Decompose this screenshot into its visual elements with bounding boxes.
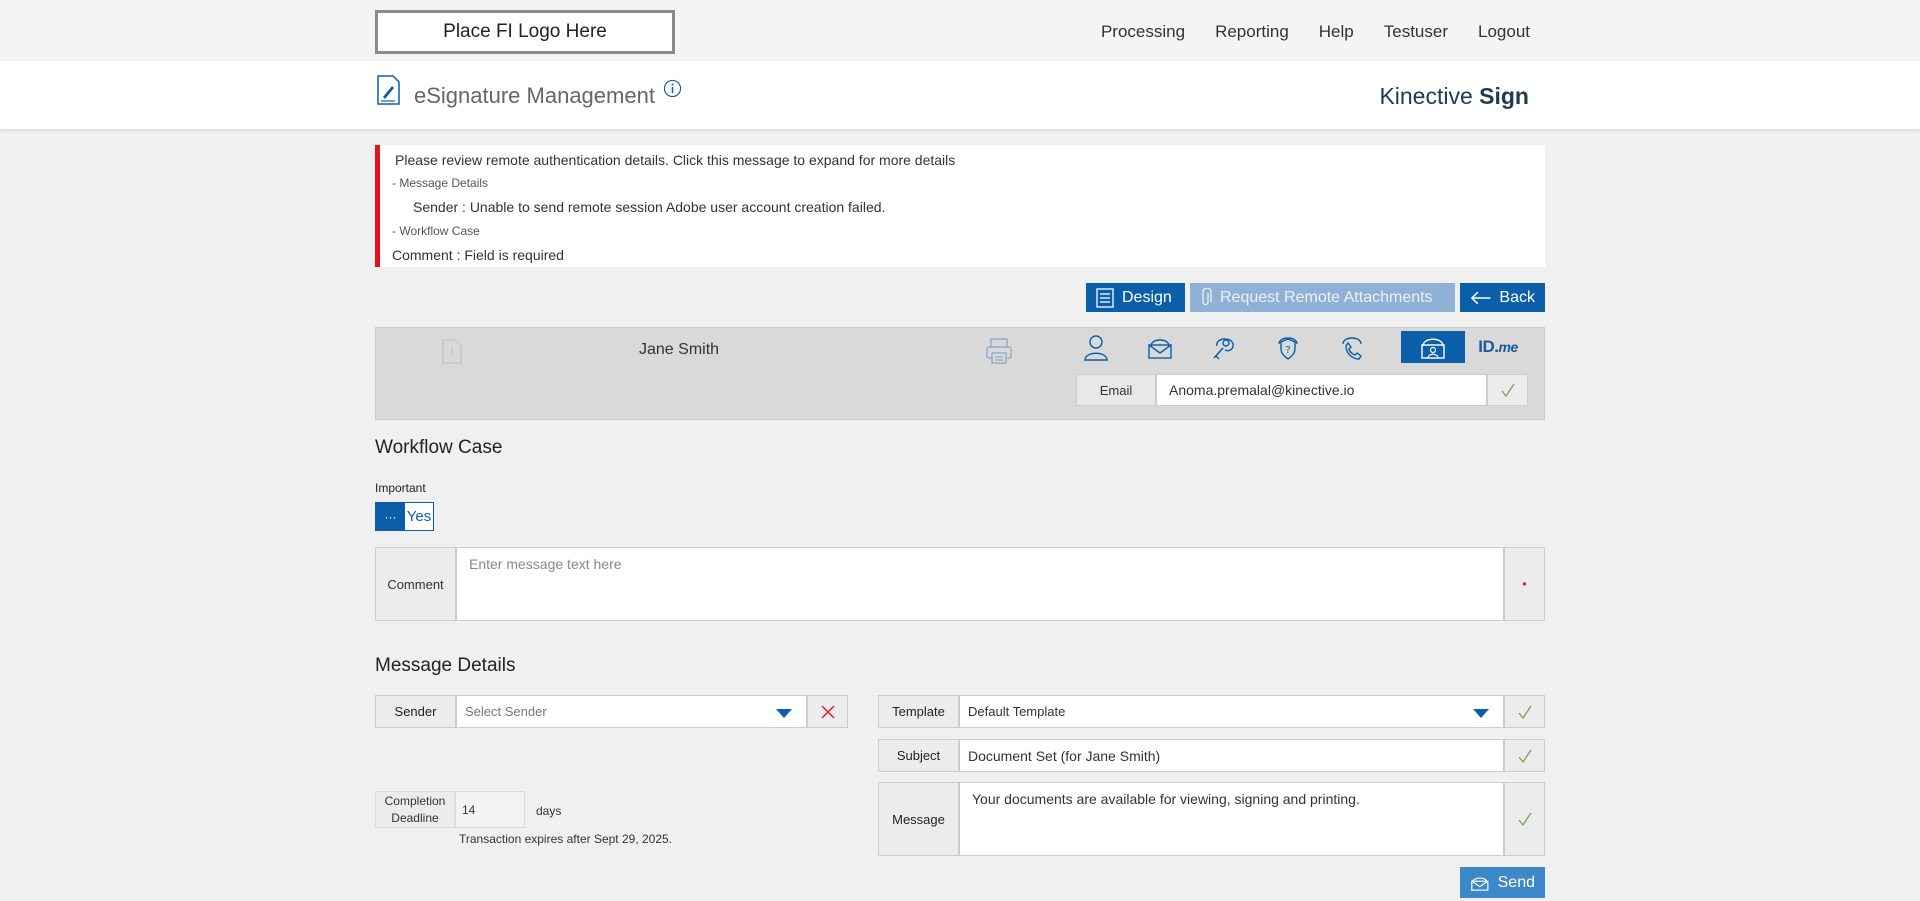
auth-remote-cloud-icon[interactable] <box>1401 331 1465 363</box>
toggle-value: Yes <box>406 508 432 525</box>
nav-help[interactable]: Help <box>1319 22 1354 42</box>
send-envelope-icon <box>1471 877 1489 891</box>
auth-phone-icon[interactable] <box>1320 331 1384 363</box>
design-list-icon <box>1096 287 1114 308</box>
completion-deadline-label-line1: Completion <box>384 793 446 808</box>
template-select[interactable]: Default Template <box>959 695 1504 728</box>
top-navigation-bar: Place FI Logo Here Processing Reporting … <box>0 0 1920 61</box>
message-body-field[interactable]: Your documents are available for viewing… <box>959 782 1504 856</box>
info-icon[interactable] <box>663 79 682 98</box>
validation-alert[interactable]: Please review remote authentication deta… <box>375 145 1545 267</box>
auth-security-question-icon[interactable]: ? <box>1256 331 1320 363</box>
auth-idme-icon[interactable]: ID.me <box>1466 331 1530 363</box>
arrow-left-icon <box>1470 291 1491 304</box>
alert-detail-sender: Sender : Unable to send remote session A… <box>413 199 886 215</box>
signer-name: Jane Smith <box>639 341 720 358</box>
fi-logo-placeholder: Place FI Logo Here <box>375 10 675 54</box>
chevron-down-icon <box>776 709 792 718</box>
signer-panel: Jane Smith ? ID.me Email Anoma.premalal@… <box>375 327 1545 420</box>
brand-bold-text: Sign <box>1479 83 1529 109</box>
email-valid-check-icon <box>1487 374 1528 406</box>
subject-field[interactable]: Document Set (for Jane Smith) <box>959 739 1504 772</box>
request-remote-attachments-label: Request Remote Attachments <box>1220 288 1433 306</box>
alert-section-workflow-case: - Workflow Case <box>392 224 480 238</box>
alert-detail-comment: Comment : Field is required <box>392 247 564 263</box>
workflow-case-heading: Workflow Case <box>375 437 503 458</box>
sender-select-value: Select Sender <box>465 704 547 719</box>
email-field[interactable]: Anoma.premalal@kinective.io <box>1156 374 1487 406</box>
important-toggle[interactable]: ··· Yes <box>375 502 434 531</box>
top-nav-menu: Processing Reporting Help Testuser Logou… <box>1101 22 1530 42</box>
completion-deadline-label-line2: Deadline <box>391 810 439 825</box>
title-bar: eSignature Management Kinective Sign <box>0 61 1920 129</box>
nav-logout[interactable]: Logout <box>1478 22 1530 42</box>
sender-invalid-icon <box>807 695 848 728</box>
nav-reporting[interactable]: Reporting <box>1215 22 1289 42</box>
back-button[interactable]: Back <box>1460 283 1545 312</box>
message-details-heading: Message Details <box>375 655 516 676</box>
template-select-value: Default Template <box>968 704 1066 719</box>
esignature-document-icon <box>377 75 400 105</box>
subject-label: Subject <box>878 739 959 772</box>
auth-person-icon[interactable] <box>1064 331 1128 363</box>
nav-processing[interactable]: Processing <box>1101 22 1185 42</box>
document-icon <box>442 339 462 364</box>
nav-user[interactable]: Testuser <box>1384 22 1448 42</box>
send-button-label: Send <box>1497 873 1535 891</box>
toggle-knob: ··· <box>376 503 405 530</box>
design-button-label: Design <box>1122 288 1172 306</box>
message-valid-check-icon <box>1504 782 1545 856</box>
alert-section-message-details: - Message Details <box>392 176 489 190</box>
subject-valid-check-icon <box>1504 739 1545 772</box>
sender-label: Sender <box>375 695 456 728</box>
comment-input[interactable]: Enter message text here <box>456 547 1504 621</box>
paperclip-icon <box>1202 287 1212 305</box>
request-remote-attachments-button[interactable]: Request Remote Attachments <box>1190 283 1455 312</box>
brand-light-text: Kinective <box>1379 83 1480 109</box>
back-button-label: Back <box>1499 288 1535 306</box>
auth-email-cloud-icon[interactable] <box>1128 331 1192 363</box>
comment-required-indicator: • <box>1504 547 1545 621</box>
design-button[interactable]: Design <box>1086 283 1185 312</box>
alert-main-message: Please review remote authentication deta… <box>395 152 956 168</box>
template-label: Template <box>878 695 959 728</box>
template-valid-check-icon <box>1504 695 1545 728</box>
chevron-down-icon <box>1473 709 1489 718</box>
sender-select[interactable]: Select Sender <box>456 695 807 728</box>
email-label: Email <box>1076 374 1156 406</box>
completion-deadline-input[interactable]: 14 <box>455 791 525 828</box>
brand-logo: Kinective Sign <box>1379 83 1529 110</box>
message-label: Message <box>878 782 959 856</box>
printer-icon[interactable] <box>984 336 1014 366</box>
completion-deadline-label: Completion Deadline <box>375 791 455 828</box>
svg-text:?: ? <box>1285 345 1290 356</box>
transaction-expiry-text: Transaction expires after Sept 29, 2025. <box>459 832 673 846</box>
comment-label: Comment <box>375 547 456 621</box>
idme-label-me: me <box>1498 339 1519 355</box>
auth-key-icon[interactable] <box>1192 331 1256 363</box>
deadline-unit-label: days <box>536 804 562 818</box>
idme-label: ID.me <box>1478 337 1519 357</box>
page-title: eSignature Management <box>414 83 655 108</box>
send-button[interactable]: Send <box>1460 867 1545 898</box>
important-label: Important <box>375 481 426 495</box>
idme-label-id: ID. <box>1478 337 1499 356</box>
